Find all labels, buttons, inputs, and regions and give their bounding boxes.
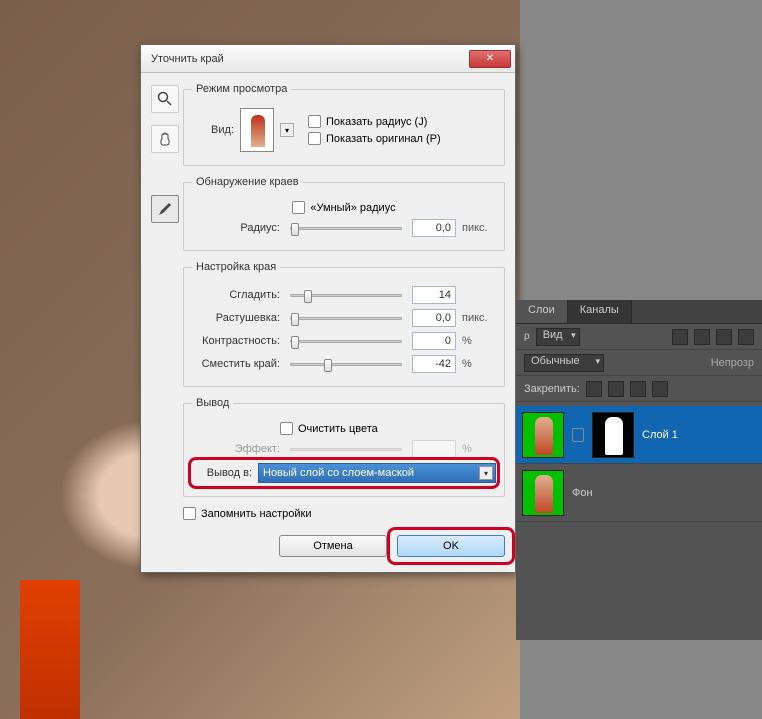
contrast-label: Контрастность: xyxy=(192,335,280,347)
edge-detection-legend: Обнаружение краев xyxy=(192,176,303,188)
smooth-input[interactable] xyxy=(412,286,456,304)
filter-image-icon[interactable] xyxy=(672,329,688,345)
output-to-dropdown[interactable]: Новый слой со слоем-маской ▾ xyxy=(258,463,496,483)
blend-mode-dropdown[interactable]: Обычные xyxy=(524,354,604,372)
brush-icon xyxy=(157,201,173,217)
layer-name[interactable]: Слой 1 xyxy=(642,429,678,441)
shift-edge-label: Сместить край: xyxy=(192,358,280,370)
link-icon[interactable] xyxy=(572,428,584,442)
dialog-titlebar[interactable]: Уточнить край ✕ xyxy=(141,45,515,73)
view-mode-legend: Режим просмотра xyxy=(192,83,291,95)
shift-edge-slider[interactable] xyxy=(290,363,402,366)
contrast-unit: % xyxy=(462,335,496,347)
smooth-label: Сгладить: xyxy=(192,289,280,301)
checkbox-icon xyxy=(280,422,293,435)
checkbox-icon xyxy=(308,115,321,128)
layer-row[interactable]: Слой 1 xyxy=(516,406,762,464)
dropdown-arrow-icon: ▾ xyxy=(479,466,493,480)
adjust-edge-fieldset: Настройка края Сгладить: Растушевка: пик… xyxy=(183,261,505,387)
checkbox-icon xyxy=(183,507,196,520)
zoom-icon xyxy=(157,91,173,107)
effect-label: Эффект: xyxy=(192,443,280,455)
view-thumbnail[interactable] xyxy=(240,108,274,152)
radius-unit: пикс. xyxy=(462,222,496,234)
lock-position-icon[interactable] xyxy=(630,381,646,397)
hand-tool[interactable] xyxy=(151,125,179,153)
view-label: Вид: xyxy=(192,124,234,136)
lock-all-icon[interactable] xyxy=(652,381,668,397)
panel-tabs: Слои Каналы xyxy=(516,300,762,324)
layer-kind-filter[interactable]: Вид xyxy=(536,328,580,346)
filter-text-icon[interactable] xyxy=(716,329,732,345)
lock-transparency-icon[interactable] xyxy=(586,381,602,397)
tab-channels[interactable]: Каналы xyxy=(568,300,632,323)
cancel-button[interactable]: Отмена xyxy=(279,535,387,557)
output-fieldset: Вывод Очистить цвета Эффект: % Вывод в: xyxy=(183,397,505,497)
shift-edge-input[interactable] xyxy=(412,355,456,373)
decontaminate-checkbox[interactable]: Очистить цвета xyxy=(280,422,378,435)
refine-edge-dialog: Уточнить край ✕ Режим просмотра Вид: ▾ xyxy=(140,44,516,573)
layer-thumbnail[interactable] xyxy=(522,412,564,458)
zoom-tool[interactable] xyxy=(151,85,179,113)
feather-slider[interactable] xyxy=(290,317,402,320)
effect-unit: % xyxy=(462,443,496,455)
layer-thumbnail[interactable] xyxy=(522,470,564,516)
feather-label: Растушевка: xyxy=(192,312,280,324)
radius-input[interactable] xyxy=(412,219,456,237)
tab-layers[interactable]: Слои xyxy=(516,300,568,323)
lock-pixels-icon[interactable] xyxy=(608,381,624,397)
shift-edge-unit: % xyxy=(462,358,496,370)
show-original-checkbox[interactable]: Показать оригинал (P) xyxy=(308,132,496,145)
view-dropdown[interactable]: ▾ xyxy=(280,123,294,137)
layers-panel: Слои Каналы ρ Вид Обычные Непрозр Закреп… xyxy=(516,300,762,640)
remember-settings-checkbox[interactable]: Запомнить настройки xyxy=(183,507,312,520)
effect-input xyxy=(412,440,456,458)
layers-list: Слой 1 Фон xyxy=(516,402,762,526)
checkbox-icon xyxy=(292,201,305,214)
filter-adjust-icon[interactable] xyxy=(694,329,710,345)
refine-brush-tool[interactable] xyxy=(151,195,179,223)
tool-column xyxy=(147,79,183,562)
filter-shape-icon[interactable] xyxy=(738,329,754,345)
radius-slider[interactable] xyxy=(290,227,402,230)
adjust-edge-legend: Настройка края xyxy=(192,261,280,273)
output-to-label: Вывод в: xyxy=(192,467,252,479)
layer-name[interactable]: Фон xyxy=(572,487,593,499)
opacity-label: Непрозр xyxy=(711,357,754,369)
feather-unit: пикс. xyxy=(462,312,496,324)
view-mode-fieldset: Режим просмотра Вид: ▾ Показать радиус (… xyxy=(183,83,505,166)
edge-detection-fieldset: Обнаружение краев «Умный» радиус Радиус:… xyxy=(183,176,505,251)
checkbox-icon xyxy=(308,132,321,145)
contrast-slider[interactable] xyxy=(290,340,402,343)
layer-row[interactable]: Фон xyxy=(516,464,762,522)
show-radius-checkbox[interactable]: Показать радиус (J) xyxy=(308,115,496,128)
effect-slider xyxy=(290,448,402,451)
contrast-input[interactable] xyxy=(412,332,456,350)
hand-icon xyxy=(157,131,173,147)
dialog-title: Уточнить край xyxy=(151,53,469,65)
smart-radius-checkbox[interactable]: «Умный» радиус xyxy=(292,201,395,214)
output-legend: Вывод xyxy=(192,397,233,409)
close-button[interactable]: ✕ xyxy=(469,50,511,68)
ok-button[interactable]: OK xyxy=(397,535,505,557)
radius-label: Радиус: xyxy=(192,222,280,234)
mask-thumbnail[interactable] xyxy=(592,412,634,458)
lock-label: Закрепить: xyxy=(524,383,580,395)
smooth-slider[interactable] xyxy=(290,294,402,297)
feather-input[interactable] xyxy=(412,309,456,327)
